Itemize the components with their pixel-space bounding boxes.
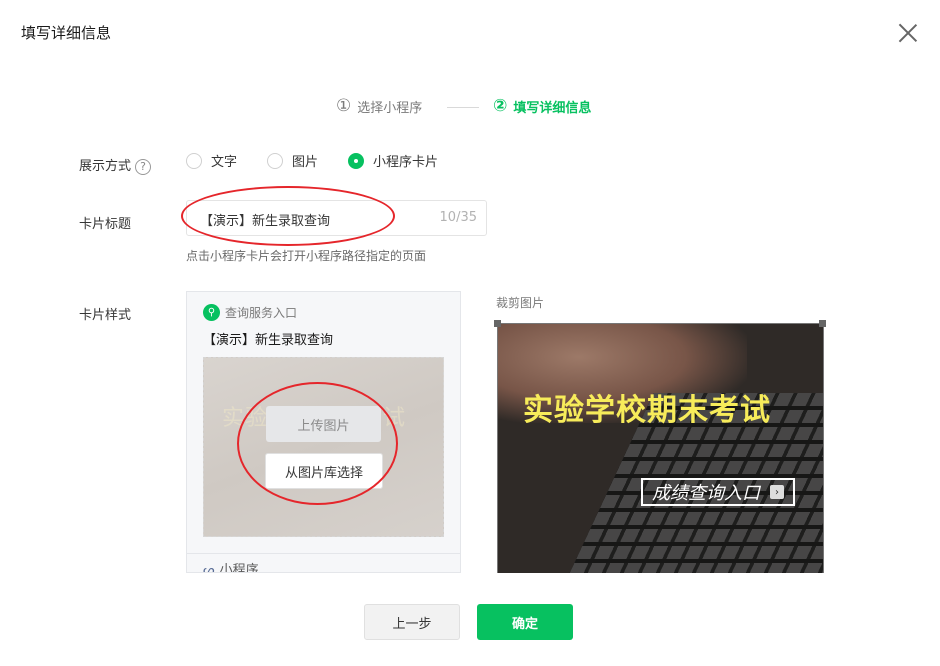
card-preview-title: 【演示】新生录取查询 <box>203 333 334 348</box>
step-1: ① 选择小程序 <box>336 96 422 116</box>
step-2-label: 填写详细信息 <box>513 100 592 116</box>
radio-mini-program-card[interactable]: 小程序卡片 <box>348 151 438 170</box>
radio-circle-icon <box>267 152 284 169</box>
help-icon[interactable]: ? <box>135 158 152 175</box>
display-mode-radio-group: 文字 图片 小程序卡片 <box>186 151 468 170</box>
card-footer: ᔕ 小程序 <box>187 553 460 573</box>
display-mode-label: 展示方式? <box>79 155 152 175</box>
card-title-hint: 点击小程序卡片会打开小程序路径指定的页面 <box>186 249 427 263</box>
card-service-row: ⚲ 查询服务入口 <box>203 304 297 321</box>
step-2: ② 填写详细信息 <box>493 96 591 116</box>
radio-image[interactable]: 图片 <box>267 151 318 170</box>
radio-circle-icon <box>186 152 202 169</box>
annotation-ellipse <box>237 382 398 505</box>
radio-checked-icon <box>348 152 365 169</box>
crop-handle-top-right[interactable] <box>819 320 826 327</box>
close-icon[interactable] <box>897 22 919 44</box>
service-entry-label: 查询服务入口 <box>225 306 298 320</box>
step-divider <box>447 107 479 108</box>
mini-program-label: 小程序 <box>219 563 259 573</box>
link-icon: ᔕ <box>203 563 215 573</box>
previous-step-button[interactable]: 上一步 <box>364 604 460 640</box>
card-style-label: 卡片样式 <box>79 308 132 323</box>
crop-image-label: 裁剪图片 <box>496 296 545 310</box>
crop-handle-top-left[interactable] <box>494 320 501 327</box>
char-counter: 10/35 <box>439 210 477 225</box>
card-title-label: 卡片标题 <box>79 217 132 232</box>
step-1-label: 选择小程序 <box>357 100 423 116</box>
search-icon: ⚲ <box>203 304 220 321</box>
confirm-button[interactable]: 确定 <box>477 604 573 640</box>
crop-frame <box>497 323 824 573</box>
dialog-title: 填写详细信息 <box>21 24 112 42</box>
annotation-ellipse <box>181 186 395 246</box>
step-1-number: ① <box>336 96 352 116</box>
step-2-number: ② <box>493 96 508 116</box>
radio-text[interactable]: 文字 <box>186 151 237 170</box>
